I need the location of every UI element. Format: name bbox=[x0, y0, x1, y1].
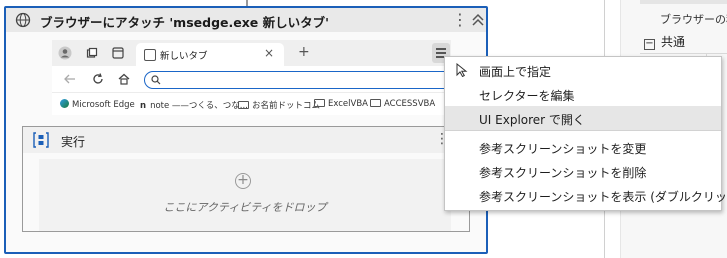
favorite-onamae: お名前ドットコム bbox=[238, 99, 320, 111]
menu-item-change-screenshot[interactable]: 参考スクリーンショットを変更 bbox=[445, 135, 721, 159]
properties-scrollbar[interactable] bbox=[640, 0, 727, 4]
menu-item-label: セレクターを編集 bbox=[479, 89, 575, 103]
menu-item-label: 参考スクリーンショットを削除 bbox=[479, 166, 647, 180]
tab-new-tab: 新しいタブ × bbox=[136, 43, 284, 66]
globe-icon bbox=[15, 12, 31, 28]
menu-item-indicate-on-screen[interactable]: 画面上で指定 bbox=[445, 58, 721, 82]
menu-item-label: UI Explorer で開く bbox=[479, 113, 585, 127]
folder-icon bbox=[238, 101, 249, 109]
sequence-header[interactable]: 実行 ⋮ bbox=[23, 127, 469, 153]
folder-icon bbox=[370, 99, 381, 107]
menu-item-label: 画面上で指定 bbox=[479, 65, 552, 79]
browser-type-label: ブラウザーの種 bbox=[660, 13, 727, 26]
favorite-note: n note ——つくる、つな... bbox=[140, 101, 248, 111]
note-logo-icon: n bbox=[140, 101, 147, 111]
back-arrow-icon bbox=[64, 74, 75, 84]
favorite-accessvba: ACCESSVBA bbox=[370, 99, 435, 109]
reference-screenshot[interactable]: 新しいタブ × + Microsoft Edge n note ——つくる、つな… bbox=[52, 40, 464, 115]
tab-title: 新しいタブ bbox=[160, 51, 208, 62]
menu-item-label: 参考スクリーンショットを表示 (ダブルクリック) bbox=[479, 190, 727, 204]
common-category[interactable]: − 共通 bbox=[644, 33, 685, 50]
browser-toolbar bbox=[52, 66, 464, 92]
add-activity-icon[interactable]: + bbox=[235, 173, 251, 189]
cursor-icon bbox=[456, 63, 468, 77]
browser-tab-strip: 新しいタブ × + bbox=[52, 40, 451, 66]
address-bar bbox=[144, 71, 464, 89]
tab-actions-icon bbox=[112, 47, 124, 59]
sequence-title: 実行 bbox=[61, 135, 86, 149]
activity-title: ブラウザーにアタッチ 'msedge.exe 新しいタブ' bbox=[40, 15, 329, 30]
property-row-divider bbox=[640, 53, 727, 54]
profile-icon bbox=[58, 46, 72, 60]
do-sequence[interactable]: 実行 ⋮ + ここにアクティビティをドロップ bbox=[22, 126, 470, 232]
menu-item-show-screenshot[interactable]: 参考スクリーンショットを表示 (ダブルクリック) bbox=[445, 183, 727, 207]
refresh-icon bbox=[93, 73, 103, 84]
menu-item-label: 参考スクリーンショットを変更 bbox=[479, 142, 647, 156]
collapse-minus-icon[interactable]: − bbox=[644, 39, 655, 50]
folder-icon bbox=[314, 99, 325, 107]
double-chevron-up-icon[interactable] bbox=[470, 10, 486, 30]
workspaces-icon bbox=[86, 47, 98, 58]
favorite-microsoft-edge: Microsoft Edge bbox=[60, 99, 135, 110]
kebab-icon[interactable]: ⋮ bbox=[452, 10, 468, 30]
drop-hint: ここにアクティビティをドロップ bbox=[163, 201, 327, 214]
activity-drop-zone[interactable]: + ここにアクティビティをドロップ bbox=[39, 159, 451, 231]
plus-icon: + bbox=[298, 44, 310, 60]
search-icon bbox=[151, 75, 161, 85]
close-icon: × bbox=[264, 46, 275, 60]
menu-item-edit-selector[interactable]: セレクターを編集 bbox=[445, 82, 721, 106]
new-tab-page-icon bbox=[144, 49, 156, 61]
favorite-excelvba: ExcelVBA bbox=[314, 99, 368, 109]
activity-header[interactable]: ブラウザーにアタッチ 'msedge.exe 新しいタブ' ⋮ bbox=[6, 8, 486, 32]
sequence-icon bbox=[33, 132, 49, 148]
menu-item-open-ui-explorer[interactable]: UI Explorer で開く bbox=[445, 106, 721, 130]
home-icon bbox=[118, 73, 130, 85]
favorites-bar: Microsoft Edge n note ——つくる、つな... お名前ドットコ… bbox=[52, 92, 451, 115]
context-menu: 画面上で指定 セレクターを編集 UI Explorer で開く 参考スクリーンシ… bbox=[444, 56, 727, 211]
menu-item-delete-screenshot[interactable]: 参考スクリーンショットを削除 bbox=[445, 159, 721, 183]
attach-browser-activity[interactable]: ブラウザーにアタッチ 'msedge.exe 新しいタブ' ⋮ 新しいタブ × … bbox=[4, 6, 488, 254]
menu-separator bbox=[445, 130, 721, 131]
edge-logo-icon bbox=[60, 99, 69, 108]
